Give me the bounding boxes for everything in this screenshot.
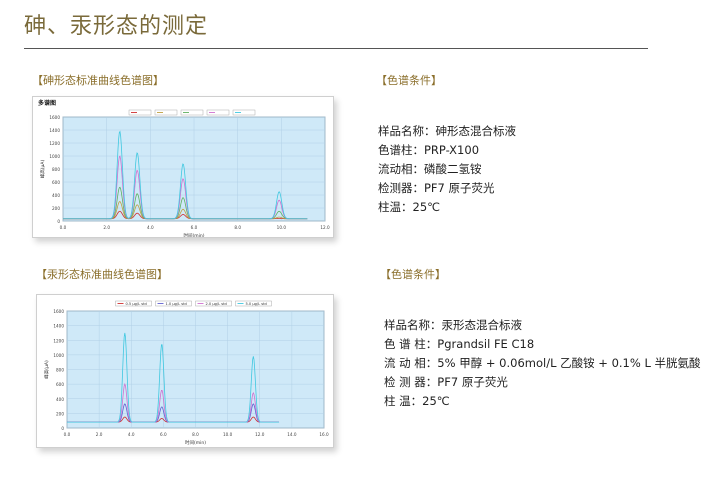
arsenic-conditions-label: 【色谱条件】 [376, 74, 442, 87]
arsenic-y-tick-label: 800 [52, 167, 60, 172]
mercury-conditions-label: 【色谱条件】 [380, 268, 446, 281]
mercury-x-tick-label: 10.0 [223, 432, 233, 437]
arsenic-chromatogram: 0 200 400 600 800 1000 1200 1400 1600 0.0 2.0 4.0 6.… [32, 96, 334, 238]
mercury-y-tick-label: 600 [56, 382, 64, 387]
arsenic-x-tick-label: 0.0 [60, 225, 67, 230]
arsenic-y-tick-label: 1400 [49, 128, 60, 133]
arsenic-y-tick-label: 1600 [49, 115, 60, 120]
arsenic-x-tick-label: 10.0 [277, 225, 287, 230]
mercury-y-axis-label: 峰高(μA) [43, 360, 50, 379]
mercury-y-tick-label: 1400 [53, 324, 64, 329]
arsenic-chart-svg: 0 200 400 600 800 1000 1200 1400 1600 0.0 2.0 4.0 6.… [38, 99, 330, 237]
arsenic-y-tick-label: 1000 [49, 154, 60, 159]
mercury-y-tick-label: 1000 [53, 353, 64, 358]
arsenic-y-tick-label: 600 [52, 180, 60, 185]
arsenic-x-tick-label: 2.0 [103, 225, 110, 230]
arsenic-x-tick-label: 12.0 [320, 225, 330, 230]
mercury-x-tick-label: 4.0 [128, 432, 135, 437]
arsenic-condition-column: 色谱柱：PRP-X100 [378, 143, 480, 157]
mercury-y-tick-label: 200 [56, 411, 64, 416]
page-title: 砷、汞形态的测定 [24, 14, 209, 39]
mercury-chart-svg: 0 200 400 600 800 1000 1200 1400 1600 0.0 2.0 4.0 6.… [43, 300, 329, 446]
arsenic-x-tick-label: 8.0 [234, 225, 241, 230]
arsenic-chart-label: 【砷形态标准曲线色谱图】 [32, 74, 164, 87]
arsenic-x-tick-label: 4.0 [147, 225, 154, 230]
mercury-chart-label: 【汞形态标准曲线色谱图】 [36, 268, 168, 281]
mercury-x-tick-label: 12.0 [255, 432, 265, 437]
arsenic-conditions: 样品名称：砷形态混合标液 色谱柱：PRP-X100 流动相：磷酸二氢铵 检测器：… [378, 122, 516, 217]
mercury-y-tick-label: 400 [56, 397, 64, 402]
mercury-y-tick-label: 1200 [53, 338, 64, 343]
arsenic-chart-title: 多谱图 [38, 99, 56, 107]
mercury-legend-label: 0.5 μg/L std [126, 302, 147, 306]
arsenic-y-tick-label: 0 [57, 219, 60, 224]
arsenic-y-tick-label: 1200 [49, 141, 60, 146]
mercury-x-tick-label: 14.0 [287, 432, 297, 437]
mercury-x-axis-label: 时间(min) [185, 439, 206, 446]
mercury-y-tick-label: 1600 [53, 309, 64, 314]
mercury-chromatogram: 0 200 400 600 800 1000 1200 1400 1600 0.0 2.0 4.0 6.… [36, 294, 334, 448]
arsenic-condition-sample: 样品名称：砷形态混合标液 [378, 124, 516, 138]
mercury-legend-label: 5.0 μg/L std [246, 302, 267, 306]
mercury-condition-detector: 检 测 器：PF7 原子荧光 [384, 375, 508, 389]
arsenic-y-axis-label: 峰高(μA) [39, 160, 46, 179]
mercury-x-tick-label: 16.0 [319, 432, 329, 437]
arsenic-condition-temperature: 柱温：25℃ [378, 200, 441, 214]
mercury-legend-label: 1.0 μg/L std [166, 302, 187, 306]
mercury-x-tick-label: 8.0 [192, 432, 199, 437]
arsenic-condition-detector: 检测器：PF7 原子荧光 [378, 181, 495, 195]
mercury-condition-column: 色 谱 柱：Pgrandsil FE C18 [384, 337, 535, 351]
mercury-x-tick-label: 0.0 [64, 432, 71, 437]
arsenic-y-tick-label: 200 [52, 206, 60, 211]
arsenic-x-tick-label: 6.0 [191, 225, 198, 230]
mercury-x-tick-label: 6.0 [160, 432, 167, 437]
title-divider [24, 48, 648, 49]
arsenic-y-tick-label: 400 [52, 193, 60, 198]
mercury-condition-sample: 样品名称：汞形态混合标液 [384, 318, 522, 332]
mercury-y-tick-label: 0 [61, 426, 64, 431]
mercury-y-tick-label: 800 [56, 368, 64, 373]
mercury-legend-label: 2.0 μg/L std [206, 302, 227, 306]
arsenic-x-axis-label: 时间(min) [184, 232, 205, 237]
mercury-x-tick-label: 2.0 [96, 432, 103, 437]
mercury-conditions: 样品名称：汞形态混合标液 色 谱 柱：Pgrandsil FE C18 流 动 … [384, 316, 701, 411]
mercury-condition-temperature: 柱 温：25℃ [384, 394, 450, 408]
mercury-condition-mobile-phase: 流 动 相：5% 甲醇 + 0.06mol/L 乙酸铵 + 0.1% L 半胱氨… [384, 356, 701, 370]
arsenic-condition-mobile-phase: 流动相：磷酸二氢铵 [378, 162, 482, 176]
